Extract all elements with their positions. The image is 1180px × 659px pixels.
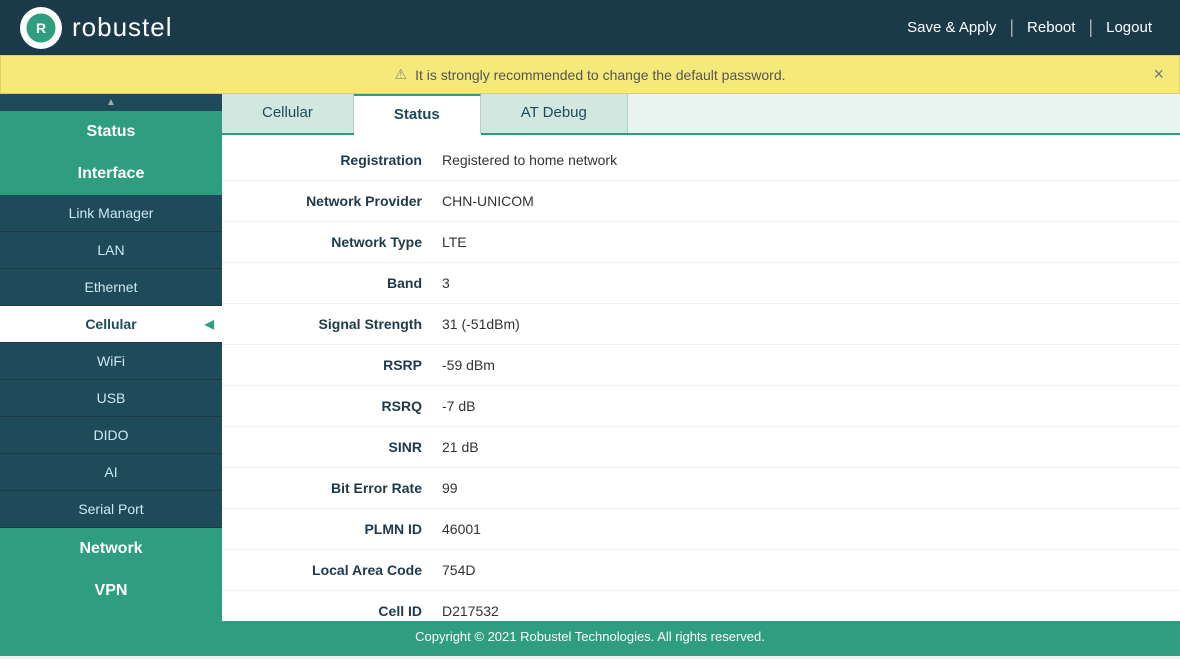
svg-text:R: R [36,20,46,36]
row-label: PLMN ID [242,521,442,537]
row-label: Registration [242,152,442,168]
row-value: LTE [442,234,467,250]
row-value: -7 dB [442,398,475,414]
sidebar-item-dido[interactable]: DIDO [0,417,222,454]
sidebar-status[interactable]: Status [0,111,222,153]
row-value: D217532 [442,603,499,619]
row-value: 21 dB [442,439,479,455]
table-row: RSRQ-7 dB [222,386,1180,427]
logo: R robustel [20,7,173,49]
row-label: Network Type [242,234,442,250]
sidebar-item-ai[interactable]: AI [0,454,222,491]
row-value: 754D [442,562,475,578]
warning-icon: ⚠ [395,66,408,83]
row-label: Bit Error Rate [242,480,442,496]
sidebar-network[interactable]: Network [0,528,222,570]
tab-status[interactable]: Status [354,94,481,135]
row-value: 31 (-51dBm) [442,316,520,332]
save-apply-button[interactable]: Save & Apply [899,19,1004,36]
reboot-button[interactable]: Reboot [1019,19,1083,36]
row-label: SINR [242,439,442,455]
content-area: Cellular Status AT Debug RegistrationReg… [222,94,1180,621]
row-label: RSRP [242,357,442,373]
data-table: RegistrationRegistered to home networkNe… [222,135,1180,621]
sidebar-item-ethernet[interactable]: Ethernet [0,269,222,306]
header-actions: Save & Apply | Reboot | Logout [899,17,1160,38]
row-value: 46001 [442,521,481,537]
sidebar-item-serial-port[interactable]: Serial Port [0,491,222,528]
sidebar-services[interactable]: Services [0,612,222,621]
divider-2: | [1088,17,1093,38]
row-label: Local Area Code [242,562,442,578]
row-label: Band [242,275,442,291]
table-row: Network ProviderCHN-UNICOM [222,181,1180,222]
row-label: Signal Strength [242,316,442,332]
sidebar-scroll-up[interactable]: ▲ [0,94,222,111]
row-value: 3 [442,275,450,291]
row-value: Registered to home network [442,152,617,168]
table-row: RegistrationRegistered to home network [222,140,1180,181]
logo-text: robustel [72,12,173,43]
divider-1: | [1009,17,1014,38]
table-row: Cell IDD217532 [222,591,1180,621]
tab-cellular[interactable]: Cellular [222,94,354,133]
table-row: SINR21 dB [222,427,1180,468]
sidebar: ▲ Status Interface Link Manager LAN Ethe… [0,94,222,621]
sidebar-item-lan[interactable]: LAN [0,232,222,269]
sidebar-item-usb[interactable]: USB [0,380,222,417]
row-value: -59 dBm [442,357,495,373]
header: R robustel Save & Apply | Reboot | Logou… [0,0,1180,55]
main-layout: ▲ Status Interface Link Manager LAN Ethe… [0,94,1180,621]
row-value: 99 [442,480,458,496]
table-row: RSRP-59 dBm [222,345,1180,386]
warning-message: It is strongly recommended to change the… [415,67,785,83]
logo-icon: R [20,7,62,49]
sidebar-vpn[interactable]: VPN [0,570,222,612]
copyright-text: Copyright © 2021 Robustel Technologies. … [415,629,765,644]
warning-banner: ⚠ It is strongly recommended to change t… [0,55,1180,94]
row-label: RSRQ [242,398,442,414]
sidebar-item-link-manager[interactable]: Link Manager [0,195,222,232]
sidebar-item-wifi[interactable]: WiFi [0,343,222,380]
tabs: Cellular Status AT Debug [222,94,1180,135]
table-row: Bit Error Rate99 [222,468,1180,509]
sidebar-interface[interactable]: Interface [0,153,222,195]
warning-close-button[interactable]: × [1153,64,1164,85]
footer: Copyright © 2021 Robustel Technologies. … [0,621,1180,656]
table-row: Band3 [222,263,1180,304]
row-label: Network Provider [242,193,442,209]
row-label: Cell ID [242,603,442,619]
table-row: Signal Strength31 (-51dBm) [222,304,1180,345]
table-row: Local Area Code754D [222,550,1180,591]
row-value: CHN-UNICOM [442,193,534,209]
sidebar-item-cellular[interactable]: Cellular [0,306,222,343]
logout-button[interactable]: Logout [1098,19,1160,36]
table-row: Network TypeLTE [222,222,1180,263]
tab-at-debug[interactable]: AT Debug [481,94,628,133]
table-row: PLMN ID46001 [222,509,1180,550]
